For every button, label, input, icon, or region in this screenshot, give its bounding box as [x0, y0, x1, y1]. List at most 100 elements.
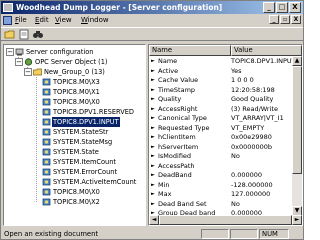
minimize-button[interactable]: _	[263, 2, 275, 13]
toolbar	[1, 27, 303, 41]
tag-item-icon	[42, 78, 51, 86]
row-arrow-icon: ►	[151, 105, 155, 112]
window-title: Woodhead Dump Logger - [Server configura…	[16, 3, 223, 12]
tree-item-label: TOPIC8.M0\X2	[53, 198, 100, 206]
properties-list[interactable]: Name Value ► Name TOPIC8.DPV1.INPUT ► Active…	[148, 44, 303, 226]
property-value: VT_ARRAY|VT_I1	[231, 114, 284, 122]
menu-window[interactable]: Window	[81, 16, 109, 24]
property-row[interactable]: ► AccessPath	[149, 162, 292, 172]
row-arrow-icon: ►	[151, 67, 155, 74]
property-row[interactable]: ► Max 127.000000	[149, 190, 292, 200]
property-row[interactable]: ► AccessRight (3) Read/Write	[149, 105, 292, 115]
tree-item[interactable]: TOPIC8.M0\X1	[4, 87, 145, 97]
collapse-icon[interactable]: −	[15, 58, 23, 66]
binoculars-icon[interactable]	[32, 29, 44, 40]
tree-item[interactable]: TOPIC8.M0\X0	[4, 187, 145, 197]
property-row[interactable]: ► hClientItem 0x00e29980	[149, 133, 292, 143]
tree-item[interactable]: SYSTEM.State	[4, 147, 145, 157]
menu-edit[interactable]: Edit	[35, 16, 49, 24]
property-row[interactable]: ► Canonical Type VT_ARRAY|VT_I1	[149, 114, 292, 124]
scroll-thumb[interactable]	[159, 215, 292, 225]
tree-item[interactable]: SYSTEM.StateStr	[4, 127, 145, 137]
tag-item-icon	[42, 188, 51, 196]
open-folder-icon[interactable]	[4, 29, 16, 40]
maximize-button[interactable]: □	[276, 2, 288, 13]
server-icon	[15, 48, 24, 56]
scroll-thumb[interactable]	[292, 66, 302, 174]
title-bar[interactable]: Woodhead Dump Logger - [Server configura…	[1, 1, 303, 14]
menu-file[interactable]: File	[15, 16, 27, 24]
document-icon[interactable]	[18, 29, 30, 40]
column-header-value[interactable]: Value	[231, 45, 302, 56]
property-row[interactable]: ► Requested Type VT_EMPTY	[149, 124, 292, 134]
property-row[interactable]: ► Name TOPIC8.DPV1.INPUT	[149, 57, 296, 67]
tree-item[interactable]: TOPIC8.M0\X2	[4, 197, 145, 207]
status-panel	[230, 229, 258, 239]
tag-item-icon	[42, 108, 51, 116]
property-value: (3) Read/Write	[231, 104, 278, 113]
tree-item-label: TOPIC8.DPV1.RESERVED	[53, 108, 134, 116]
tree-item-label: TOPIC8.M0\X0	[53, 188, 100, 196]
scroll-up-button[interactable]: ▲	[292, 56, 302, 66]
server-tree[interactable]: − Server configuration − OPC Server Obje…	[3, 44, 146, 226]
property-row[interactable]: ► Min -128.000000	[149, 181, 292, 191]
tag-item-icon	[42, 128, 51, 136]
app-icon[interactable]	[3, 3, 13, 12]
property-name: Quality	[158, 95, 182, 103]
tree-item[interactable]: TOPIC8.DPV1.INPUT	[4, 117, 145, 127]
property-row[interactable]: ► TimeStamp 12:20:58:198	[149, 86, 292, 96]
status-bar: Open an existing document NUM	[1, 228, 303, 240]
property-row[interactable]: ► IsModified No	[149, 152, 292, 162]
tree-item[interactable]: SYSTEM.StateMsg	[4, 137, 145, 147]
horizontal-scrollbar[interactable]: ◄ ►	[149, 215, 302, 225]
tree-item[interactable]: SYSTEM.ActiveItemCount	[4, 177, 145, 187]
scroll-left-button[interactable]: ◄	[149, 215, 159, 225]
tree-item[interactable]: TOPIC8.DPV1.RESERVED	[4, 107, 145, 117]
property-name: Canonical Type	[158, 114, 207, 122]
tag-item-icon	[42, 138, 51, 146]
tree-item[interactable]: TOPIC8.M0\X3	[4, 77, 145, 87]
property-value: -128.000000	[231, 180, 273, 189]
tree-node-label: OPC Server Object (1)	[35, 58, 108, 66]
row-arrow-icon: ►	[151, 134, 155, 140]
property-row[interactable]: ► Dead Band Set No	[149, 200, 292, 210]
document-icon[interactable]	[3, 16, 12, 25]
property-row[interactable]: ► hServerItem 0x0000000b	[149, 143, 292, 153]
property-row[interactable]: ► Active Yes	[149, 67, 292, 77]
tag-item-icon	[42, 88, 51, 96]
tree-item[interactable]: SYSTEM.ErrorCount	[4, 167, 145, 177]
property-value: No	[231, 152, 240, 160]
row-arrow-icon: ►	[151, 153, 155, 159]
mdi-close-button[interactable]: X	[291, 15, 301, 24]
mdi-restore-button[interactable]: ▫	[280, 15, 290, 24]
property-value: 0x00e29980	[231, 133, 272, 141]
tag-item-icon	[42, 98, 51, 106]
column-header-name[interactable]: Name	[149, 45, 231, 56]
row-arrow-icon: ►	[151, 115, 155, 121]
property-row[interactable]: ► DeadBand 0.000000	[149, 171, 292, 181]
property-name: Cache Value	[158, 76, 199, 84]
tag-item-icon	[42, 158, 51, 166]
tree-node-group[interactable]: − New_Group_0 (13)	[4, 67, 145, 77]
collapse-icon[interactable]: −	[6, 48, 14, 56]
property-row[interactable]: ► Quality Good Quality	[149, 95, 292, 105]
property-value: Good Quality	[231, 95, 274, 103]
property-name: TimeStamp	[158, 85, 196, 94]
property-row[interactable]: ► Cache Value 1 0 0 0	[149, 76, 292, 86]
tree-node-server[interactable]: − OPC Server Object (1)	[4, 57, 145, 67]
close-button[interactable]: X	[289, 2, 301, 13]
tree-item[interactable]: SYSTEM.ItemCount	[4, 157, 145, 167]
mdi-minimize-button[interactable]: _	[269, 15, 279, 24]
tree-item-label: SYSTEM.StateMsg	[53, 138, 113, 146]
scroll-right-button[interactable]: ►	[292, 215, 302, 225]
properties-header: Name Value	[149, 45, 302, 56]
row-arrow-icon: ►	[151, 86, 155, 93]
tree-node-root[interactable]: − Server configuration	[4, 47, 145, 57]
property-value: Yes	[231, 66, 242, 75]
menu-view[interactable]: View	[55, 16, 72, 24]
property-value: TOPIC8.DPV1.INPUT	[231, 57, 296, 65]
collapse-icon[interactable]: −	[24, 68, 32, 76]
row-arrow-icon: ►	[151, 96, 155, 102]
tree-item[interactable]: TOPIC8.M0\X0	[4, 97, 145, 107]
vertical-scrollbar[interactable]: ▲ ▼	[292, 56, 302, 216]
